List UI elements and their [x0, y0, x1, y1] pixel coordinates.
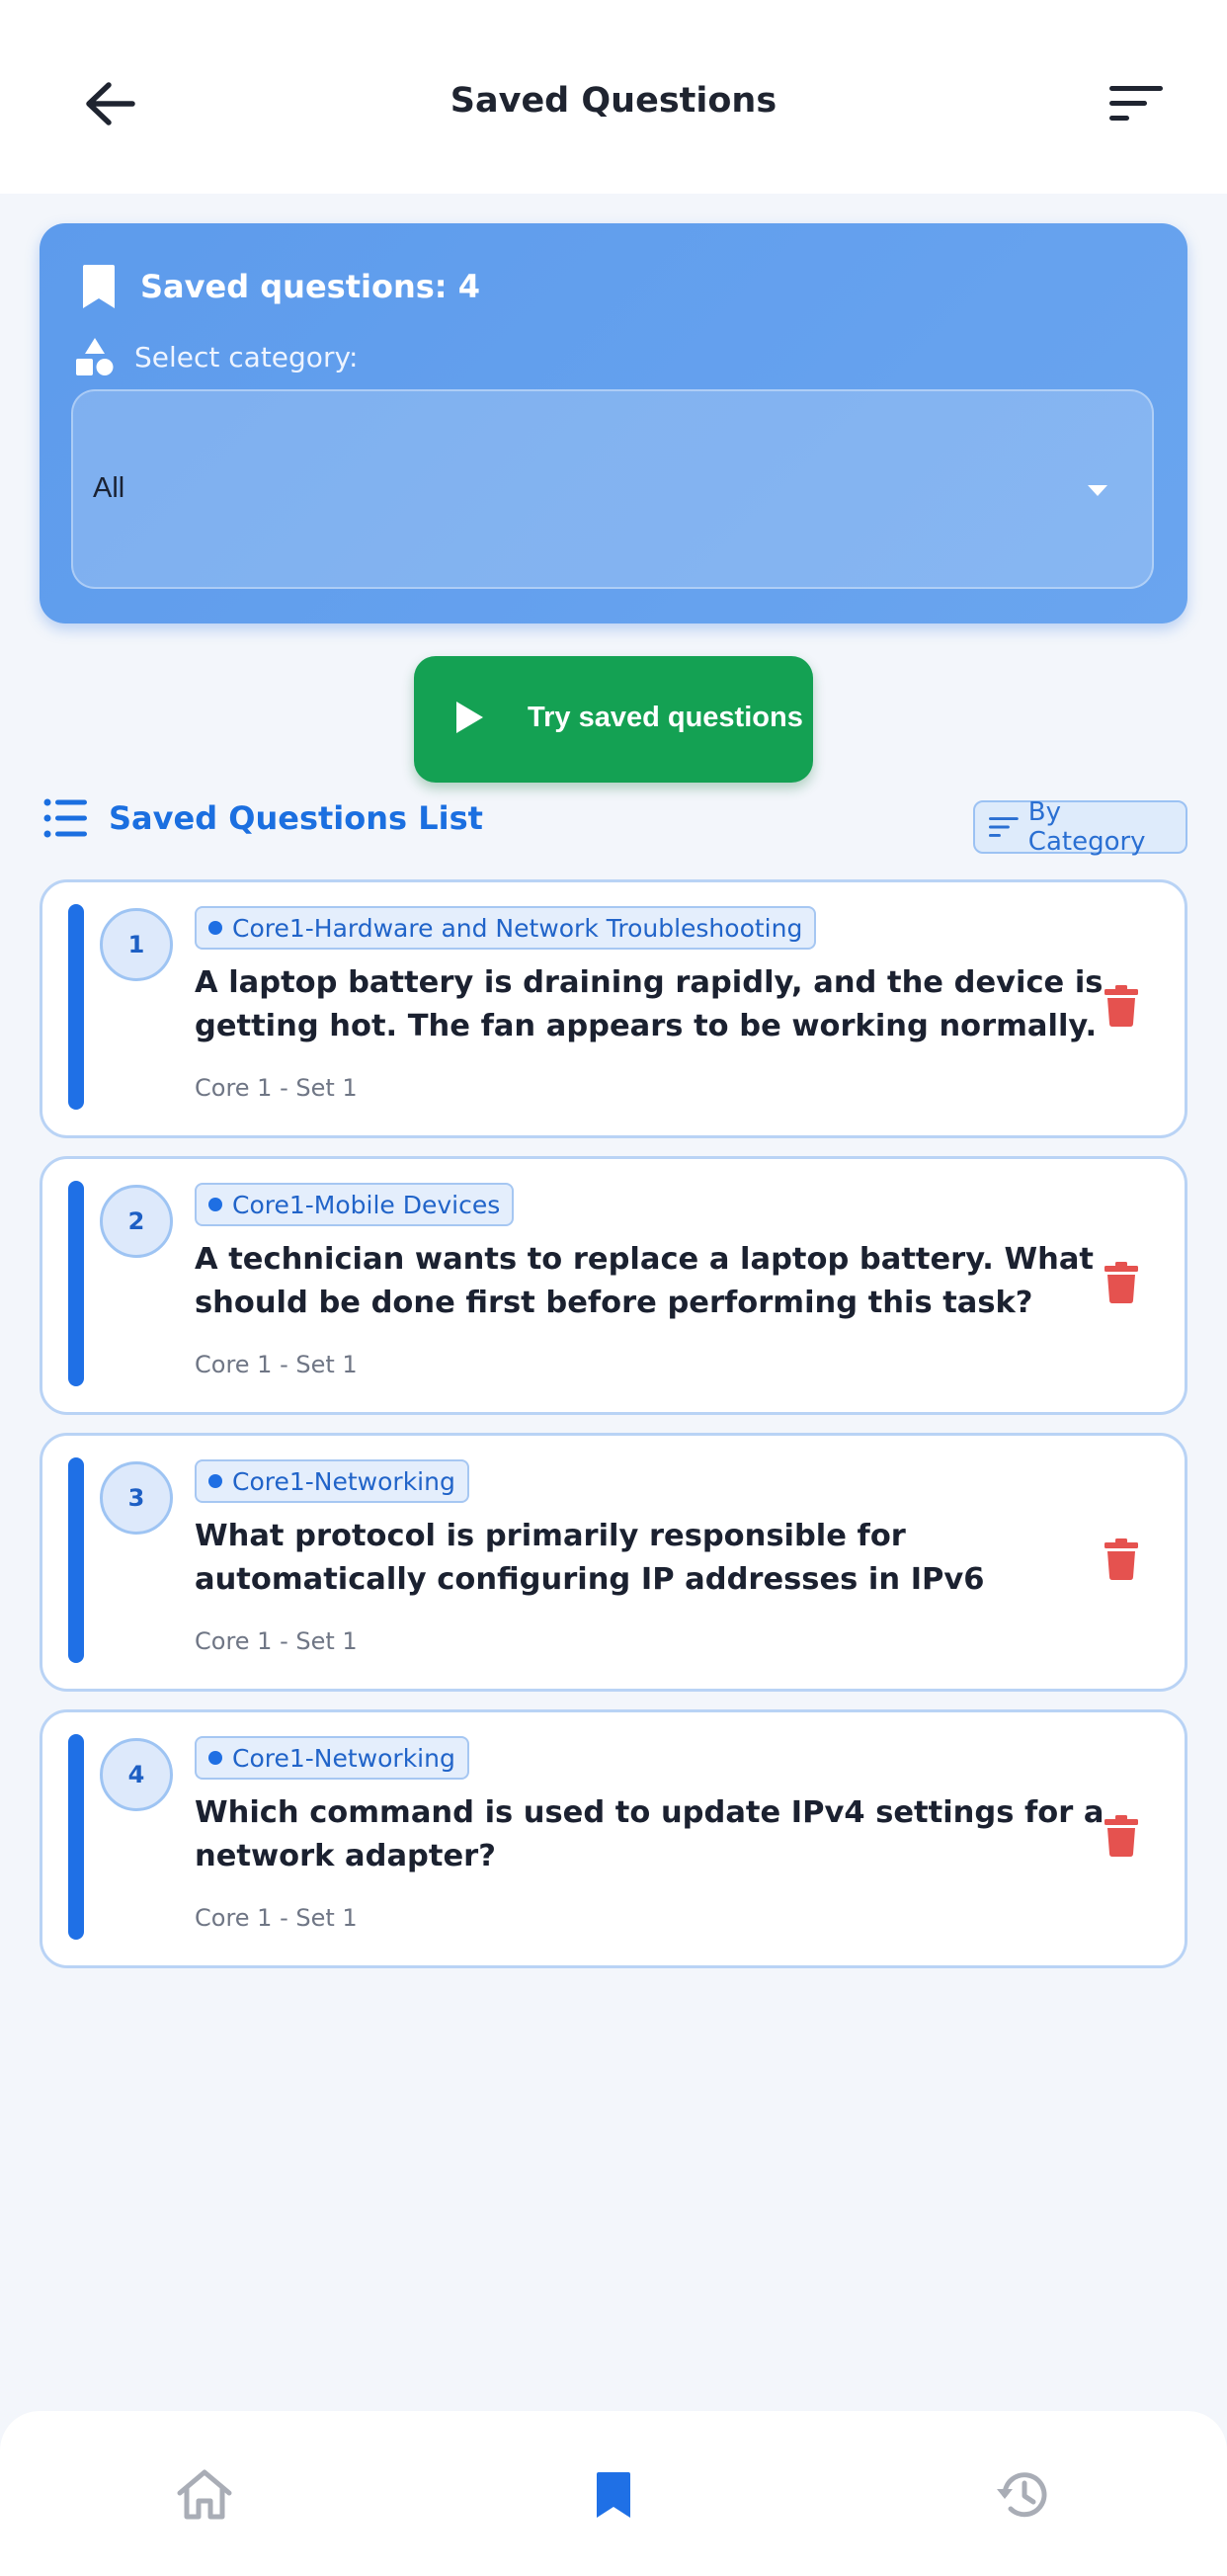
trash-icon	[1104, 985, 1138, 1027]
question-card[interactable]: 3 Core1-Networking What protocol is prim…	[40, 1433, 1187, 1692]
play-icon	[456, 702, 483, 733]
summary-card: Saved questions: 4 Select category: All	[40, 223, 1187, 623]
bookmark-icon	[83, 265, 115, 308]
delete-button[interactable]	[1094, 1253, 1149, 1312]
question-text: What protocol is primarily responsible f…	[195, 1519, 985, 1597]
select-category-label: Select category:	[134, 340, 359, 374]
question-number: 4	[100, 1738, 173, 1811]
question-set-label: Core 1 - Set 1	[195, 1627, 358, 1655]
sort-by-category-chip[interactable]: By Category	[973, 797, 1187, 857]
nav-history[interactable]	[978, 2451, 1067, 2539]
question-number: 2	[100, 1185, 173, 1258]
sort-label: By Category	[1027, 797, 1146, 857]
card-accent-bar	[68, 1181, 84, 1386]
category-dropdown-value: All	[93, 472, 125, 504]
nav-saved[interactable]	[569, 2451, 658, 2539]
category-shapes-icon	[76, 338, 114, 375]
question-number: 1	[100, 908, 173, 981]
history-icon	[997, 2472, 1047, 2518]
trash-icon	[1104, 1538, 1138, 1580]
bottom-nav	[0, 2411, 1227, 2576]
page-title: Saved Questions	[450, 81, 777, 121]
home-icon	[177, 2469, 232, 2520]
question-set-label: Core 1 - Set 1	[195, 1074, 358, 1102]
question-set-label: Core 1 - Set 1	[195, 1904, 358, 1932]
app-bar: Saved Questions	[0, 0, 1227, 194]
card-accent-bar	[68, 1457, 84, 1663]
try-saved-questions-button[interactable]: Try saved questions	[414, 656, 813, 783]
list-header: Saved Questions List	[43, 798, 483, 838]
list-icon	[43, 798, 87, 838]
delete-button[interactable]	[1094, 1530, 1149, 1589]
trash-icon	[1104, 1815, 1138, 1857]
question-card[interactable]: 1 Core1-Hardware and Network Troubleshoo…	[40, 879, 1187, 1138]
question-number: 3	[100, 1461, 173, 1535]
question-card[interactable]: 2 Core1-Mobile Devices A technician want…	[40, 1156, 1187, 1415]
filter-button[interactable]	[1095, 69, 1178, 138]
question-card[interactable]: 4 Core1-Networking Which command is used…	[40, 1709, 1187, 1968]
question-text: A technician wants to replace a laptop b…	[195, 1242, 1095, 1320]
card-accent-bar	[68, 1734, 84, 1940]
category-tag: Core1-Networking	[195, 1459, 469, 1503]
category-tag: Core1-Networking	[195, 1736, 469, 1780]
question-text: A laptop battery is draining rapidly, an…	[195, 965, 1104, 1043]
category-tag: Core1-Mobile Devices	[195, 1183, 515, 1226]
trash-icon	[1104, 1262, 1138, 1303]
sort-icon	[989, 817, 1019, 837]
card-accent-bar	[68, 904, 84, 1110]
saved-count-row: Saved questions: 4	[79, 263, 480, 310]
nav-home[interactable]	[160, 2451, 249, 2539]
category-tag: Core1-Hardware and Network Troubleshooti…	[195, 906, 817, 950]
delete-button[interactable]	[1094, 1806, 1149, 1866]
sort-lines-icon	[1109, 86, 1163, 121]
select-category-label-row: Select category:	[73, 336, 358, 377]
bookmark-icon	[597, 2472, 630, 2518]
list-title: Saved Questions List	[109, 799, 483, 837]
question-set-label: Core 1 - Set 1	[195, 1351, 358, 1378]
saved-count-label: Saved questions: 4	[140, 268, 480, 305]
question-text: Which command is used to update IPv4 set…	[195, 1795, 1104, 1873]
category-dropdown[interactable]: All	[71, 389, 1154, 589]
caret-down-icon	[1088, 485, 1107, 496]
delete-button[interactable]	[1094, 976, 1149, 1036]
try-saved-questions-label: Try saved questions	[528, 702, 803, 733]
